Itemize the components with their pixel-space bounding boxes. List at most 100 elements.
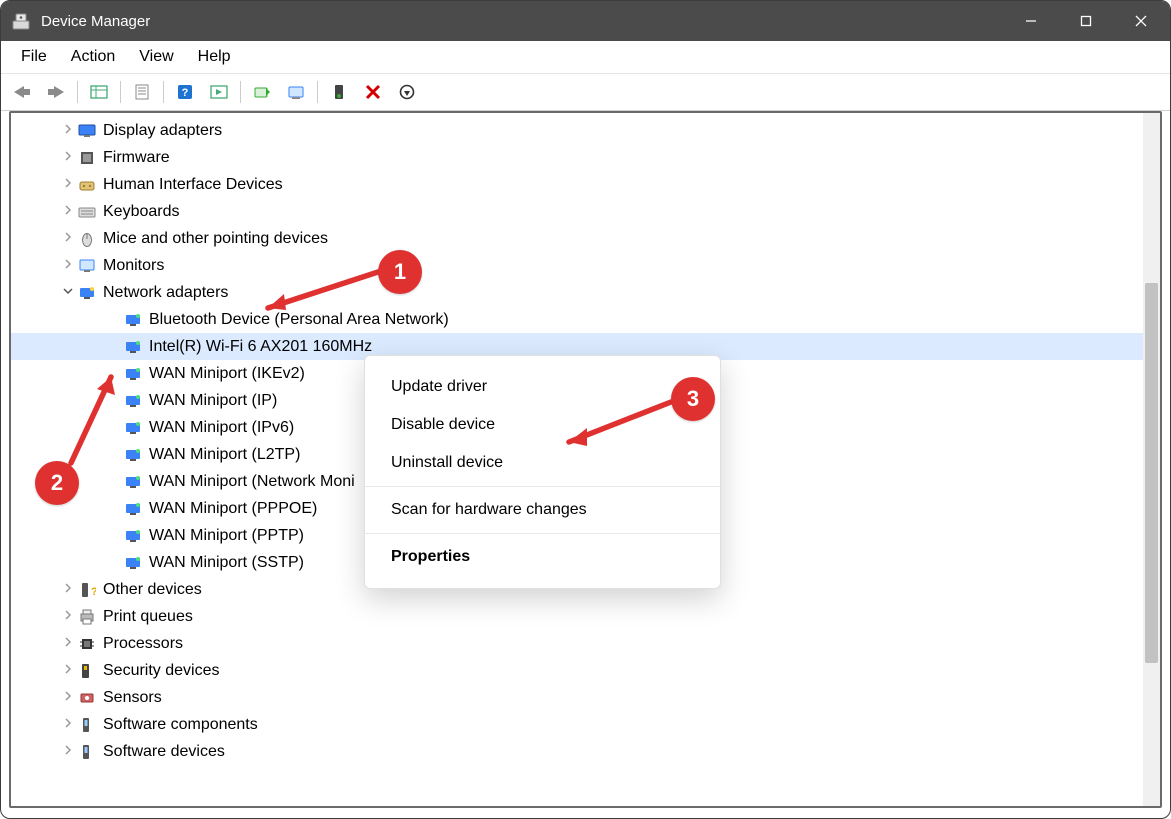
category-keyboards[interactable]: Keyboards [11, 198, 1160, 225]
category-display-adapters[interactable]: Display adapters [11, 117, 1160, 144]
category-mice-and-other-pointing-devices[interactable]: Mice and other pointing devices [11, 225, 1160, 252]
category-label: Processors [103, 630, 183, 657]
menu-view[interactable]: View [127, 44, 185, 70]
category-firmware[interactable]: Firmware [11, 144, 1160, 171]
chevron-right-icon[interactable] [59, 117, 77, 144]
chevron-right-icon[interactable] [59, 630, 77, 657]
network-adapter-icon [123, 364, 143, 384]
chevron-right-icon[interactable] [59, 171, 77, 198]
device-label: WAN Miniport (L2TP) [149, 441, 300, 468]
device-label: WAN Miniport (IPv6) [149, 414, 294, 441]
device-label: WAN Miniport (SSTP) [149, 549, 304, 576]
network-adapter-icon [123, 337, 143, 357]
svg-text:?: ? [182, 87, 189, 99]
mouse-icon [77, 229, 97, 249]
printer-icon [77, 607, 97, 627]
svg-text:?: ? [91, 586, 96, 598]
category-label: Software devices [103, 738, 225, 765]
chevron-right-icon[interactable] [59, 603, 77, 630]
category-label: Keyboards [103, 198, 180, 225]
category-sensors[interactable]: Sensors [11, 684, 1160, 711]
uninstall-device-button[interactable] [357, 77, 389, 107]
show-hidden-button[interactable] [83, 77, 115, 107]
sensor-icon [77, 688, 97, 708]
ctx-uninstall-device[interactable]: Uninstall device [365, 444, 720, 482]
chevron-right-icon[interactable] [59, 738, 77, 765]
minimize-button[interactable] [1003, 1, 1058, 41]
category-label: Other devices [103, 576, 202, 603]
network-adapter-icon [123, 553, 143, 573]
back-button[interactable] [6, 77, 38, 107]
toolbar: ? [1, 74, 1170, 111]
action-button[interactable] [203, 77, 235, 107]
network-adapter-icon [123, 499, 143, 519]
close-button[interactable] [1113, 1, 1168, 41]
maximize-button[interactable] [1058, 1, 1113, 41]
category-label: Firmware [103, 144, 170, 171]
device-label: WAN Miniport (IP) [149, 387, 277, 414]
network-adapter-icon [123, 526, 143, 546]
chevron-right-icon[interactable] [59, 198, 77, 225]
device-label: WAN Miniport (PPTP) [149, 522, 304, 549]
category-label: Network adapters [103, 279, 228, 306]
annotation-badge-1: 1 [378, 250, 422, 294]
category-monitors[interactable]: Monitors [11, 252, 1160, 279]
display-icon [77, 121, 97, 141]
chevron-right-icon[interactable] [59, 684, 77, 711]
chevron-right-icon[interactable] [59, 711, 77, 738]
titlebar: Device Manager [1, 1, 1170, 41]
device-item[interactable]: Bluetooth Device (Personal Area Network) [11, 306, 1160, 333]
category-human-interface-devices[interactable]: Human Interface Devices [11, 171, 1160, 198]
enable-device-button[interactable] [323, 77, 355, 107]
category-network-adapters[interactable]: Network adapters [11, 279, 1160, 306]
properties-button[interactable] [126, 77, 158, 107]
category-label: Display adapters [103, 117, 222, 144]
other-icon: ? [77, 580, 97, 600]
chevron-right-icon[interactable] [59, 225, 77, 252]
monitor-icon [77, 256, 97, 276]
chevron-right-icon[interactable] [59, 576, 77, 603]
keyboard-icon [77, 202, 97, 222]
sw-icon [77, 715, 97, 735]
category-label: Monitors [103, 252, 164, 279]
menu-file[interactable]: File [9, 44, 59, 70]
app-icon [11, 11, 31, 31]
network-adapter-icon [123, 310, 143, 330]
scan-hardware-button[interactable] [280, 77, 312, 107]
scrollbar-thumb[interactable] [1145, 283, 1158, 663]
network-adapter-icon [123, 418, 143, 438]
ctx-properties[interactable]: Properties [365, 538, 720, 576]
menu-action[interactable]: Action [59, 44, 127, 70]
chevron-right-icon[interactable] [59, 657, 77, 684]
category-software-components[interactable]: Software components [11, 711, 1160, 738]
device-label: WAN Miniport (Network Moni [149, 468, 355, 495]
vertical-scrollbar[interactable] [1143, 113, 1160, 806]
hid-icon [77, 175, 97, 195]
category-software-devices[interactable]: Software devices [11, 738, 1160, 765]
category-print-queues[interactable]: Print queues [11, 603, 1160, 630]
category-label: Sensors [103, 684, 162, 711]
menu-bar: File Action View Help [1, 41, 1170, 74]
ctx-disable-device[interactable]: Disable device [365, 406, 720, 444]
category-label: Print queues [103, 603, 193, 630]
annotation-badge-3: 3 [671, 377, 715, 421]
scan-changes-button[interactable] [391, 77, 423, 107]
chevron-right-icon[interactable] [59, 144, 77, 171]
category-label: Software components [103, 711, 258, 738]
security-icon [77, 661, 97, 681]
help-button[interactable]: ? [169, 77, 201, 107]
network-adapter-icon [123, 391, 143, 411]
update-driver-button[interactable] [246, 77, 278, 107]
forward-button[interactable] [40, 77, 72, 107]
category-security-devices[interactable]: Security devices [11, 657, 1160, 684]
chevron-down-icon[interactable] [59, 279, 77, 306]
ctx-scan-hardware[interactable]: Scan for hardware changes [365, 491, 720, 529]
network-icon [77, 283, 97, 303]
category-processors[interactable]: Processors [11, 630, 1160, 657]
category-label: Security devices [103, 657, 220, 684]
category-label: Mice and other pointing devices [103, 225, 328, 252]
ctx-update-driver[interactable]: Update driver [365, 368, 720, 406]
network-adapter-icon [123, 445, 143, 465]
chevron-right-icon[interactable] [59, 252, 77, 279]
menu-help[interactable]: Help [186, 44, 243, 70]
